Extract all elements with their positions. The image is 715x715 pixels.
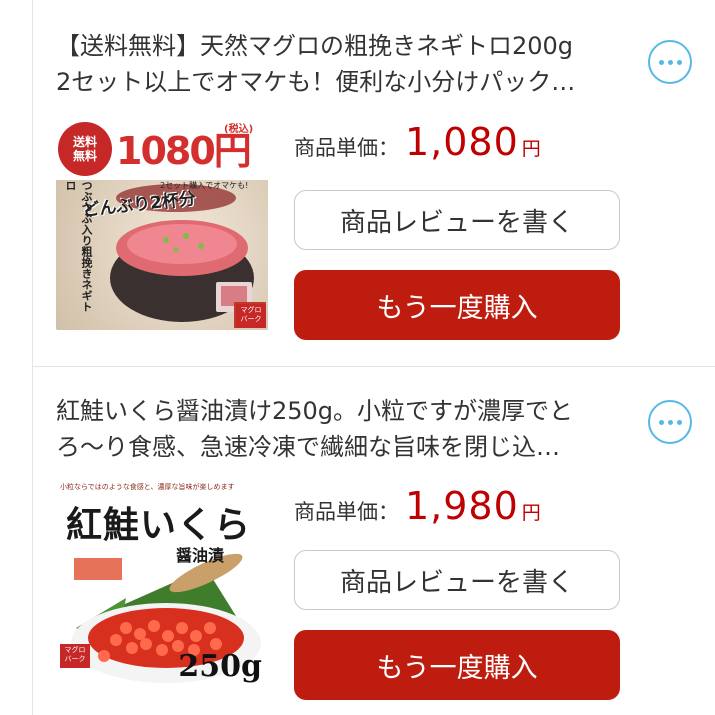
unit-price-row: 商品単価： 1,080 円 xyxy=(294,120,541,164)
product-title-line-2: ろ～り食感、急速冷凍で繊細な旨味を閉じ込… xyxy=(56,433,560,461)
unit-price-value: 1,080 xyxy=(405,120,519,164)
image-weight: 250g xyxy=(178,649,262,684)
unit-price-value: 1,980 xyxy=(405,484,519,528)
product-title-link[interactable]: 【送料無料】天然マグロの粗挽きネギトロ200g 2セット以上でオマケも！便利な小… xyxy=(56,28,626,100)
unit-price-currency: 円 xyxy=(521,138,541,160)
image-top-note: 小粒ならではのような食感と、濃厚な旨味が楽しめます xyxy=(60,483,235,491)
badge-text-bottom: 無料 xyxy=(72,149,97,163)
more-options-button[interactable] xyxy=(648,40,692,84)
product-title-line-1: 紅鮭いくら醤油漬け250g。小粒ですが濃厚でと xyxy=(56,397,574,425)
image-product-name: 紅鮭いくら xyxy=(66,504,252,546)
unit-price-row: 商品単価： 1,980 円 xyxy=(294,484,541,528)
image-vertical-text: つぶつぶ入り粗挽きネギトロ xyxy=(64,180,93,312)
product-title-line-2: 2セット以上でオマケも！便利な小分けパック… xyxy=(56,68,576,96)
buy-again-button[interactable]: もう一度購入 xyxy=(294,270,620,340)
buy-again-button[interactable]: もう一度購入 xyxy=(294,630,620,700)
product-image-ikura[interactable]: 小粒ならではのような食感と、濃厚な旨味が楽しめます 紅鮭いくら 醤油漬 250g… xyxy=(56,478,268,690)
image-shop-mark: マグロ バーク xyxy=(236,304,266,328)
image-shop-mark: マグロ バーク xyxy=(60,644,90,668)
item-divider xyxy=(32,366,715,367)
ellipsis-icon xyxy=(658,419,682,425)
unit-price-label: 商品単価： xyxy=(294,136,399,160)
more-options-button[interactable] xyxy=(648,400,692,444)
write-review-button[interactable]: 商品レビューを書く xyxy=(294,550,620,610)
ellipsis-icon xyxy=(658,59,682,65)
left-rule xyxy=(32,0,33,715)
product-title-link[interactable]: 紅鮭いくら醤油漬け250g。小粒ですが濃厚でと ろ～り食感、急速冷凍で繊細な旨味… xyxy=(56,393,626,465)
free-shipping-badge: 送料 無料 xyxy=(58,122,112,176)
badge-text-top: 送料 xyxy=(72,135,97,149)
product-image-negitoro[interactable]: 送料 無料 1080円 (税込) 2セット購入でオマケも! どんぶり2杯分 つぶ… xyxy=(56,118,268,330)
product-title-line-1: 【送料無料】天然マグロの粗挽きネギトロ200g xyxy=(56,32,574,60)
image-tax-note: (税込) xyxy=(224,124,254,135)
unit-price-label: 商品単価： xyxy=(294,500,399,524)
image-product-sub: 醤油漬 xyxy=(176,546,225,565)
write-review-button[interactable]: 商品レビューを書く xyxy=(294,190,620,250)
unit-price-currency: 円 xyxy=(521,502,541,524)
